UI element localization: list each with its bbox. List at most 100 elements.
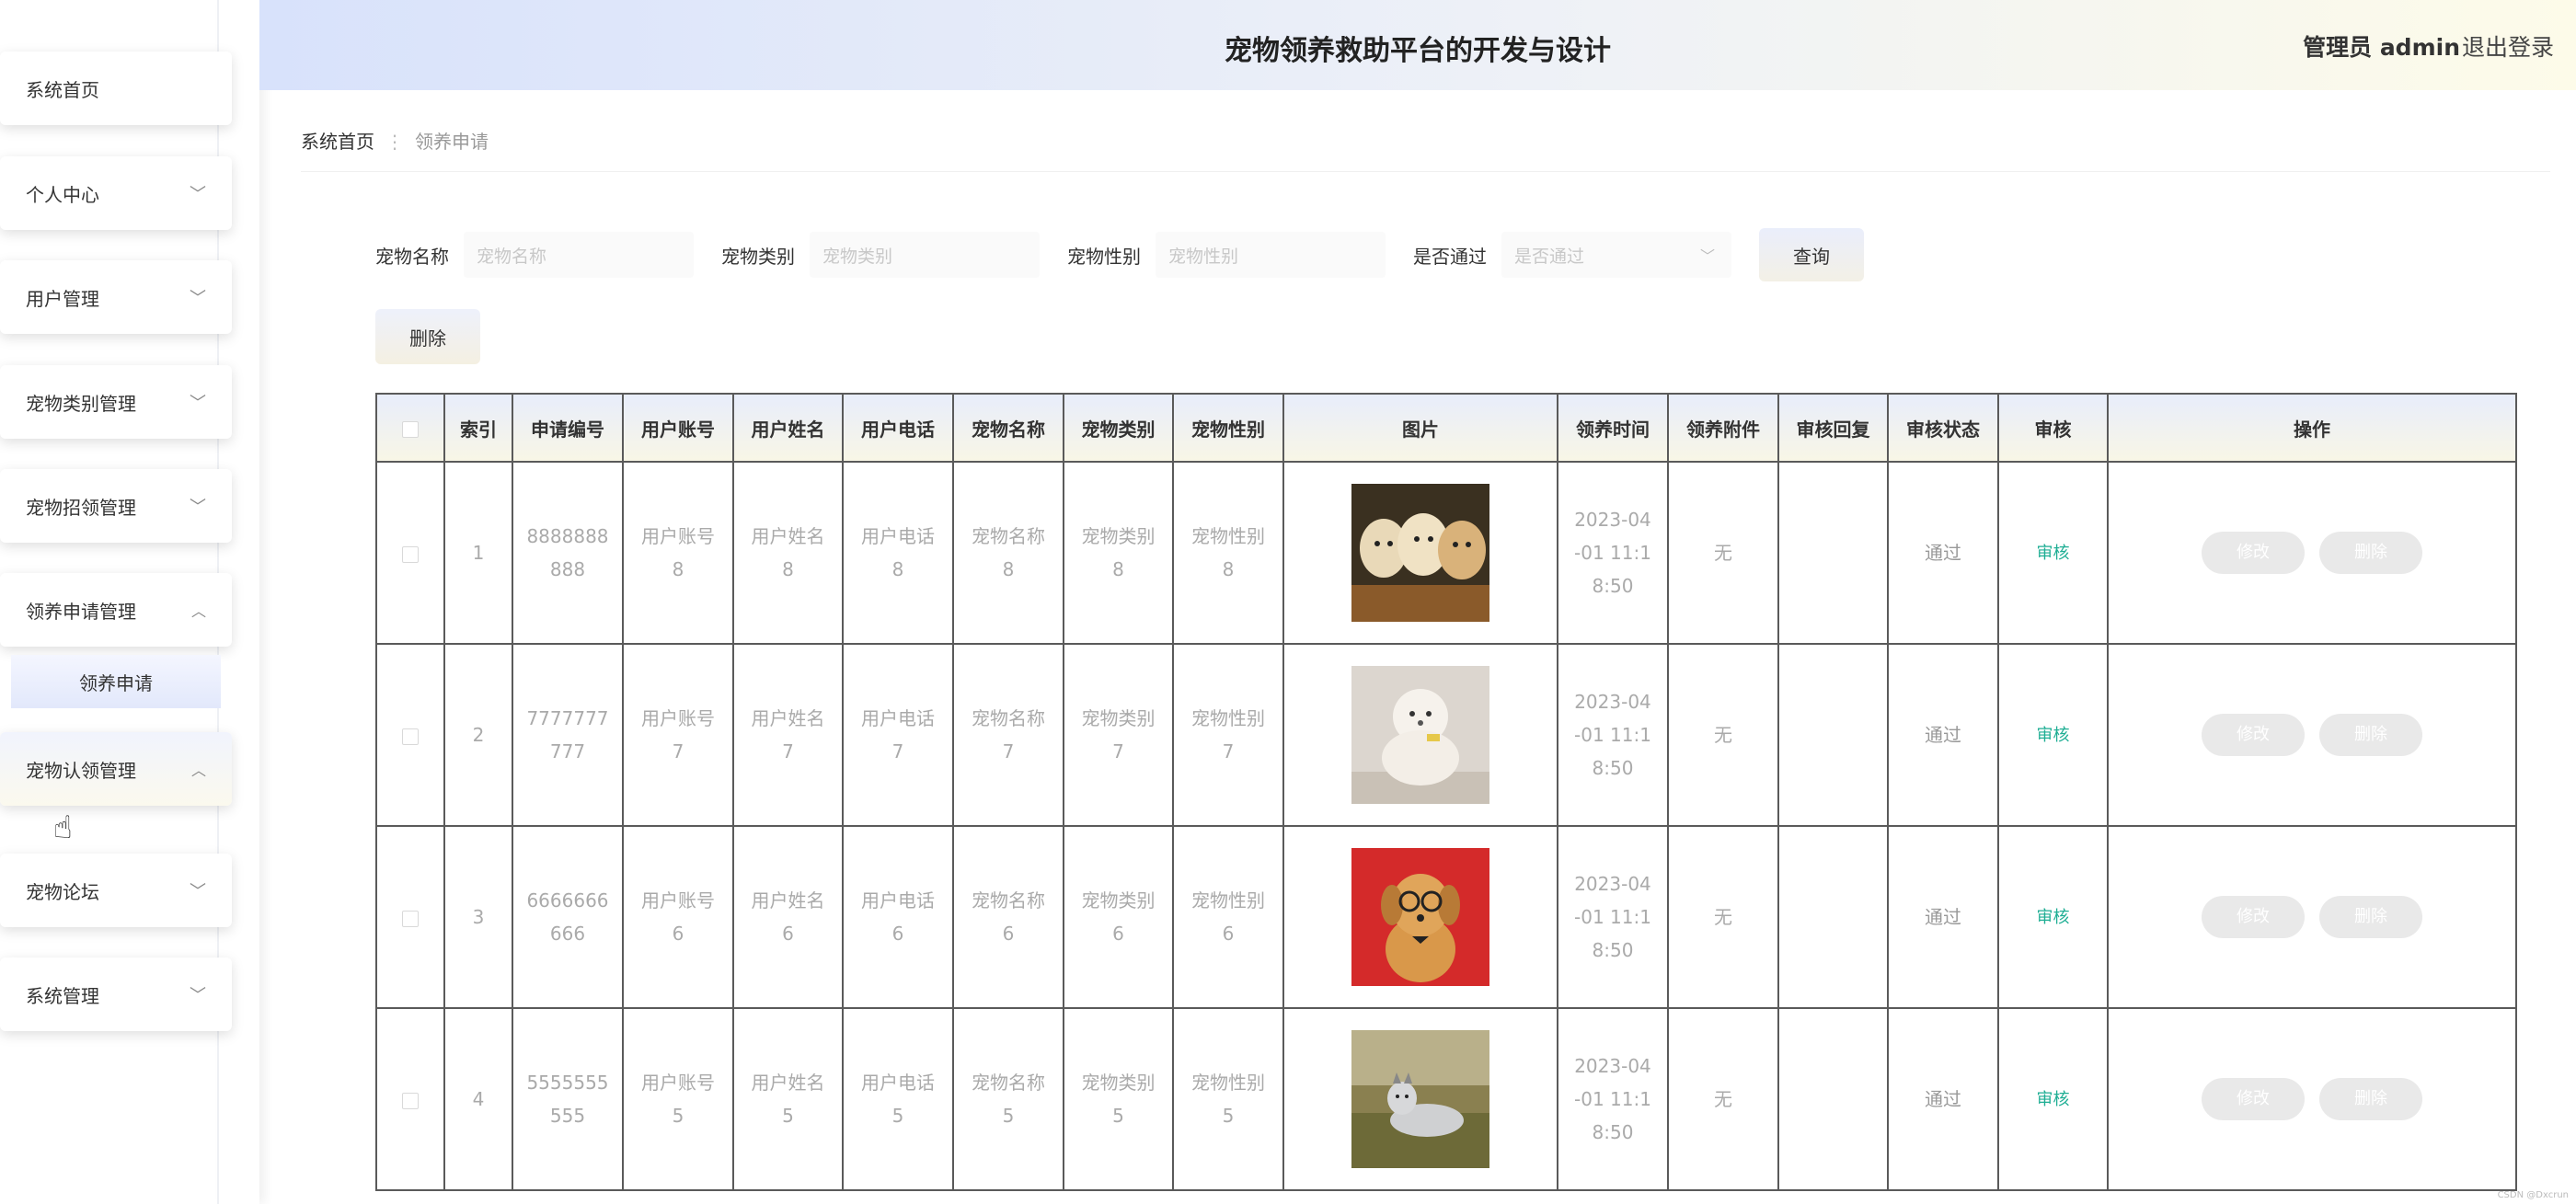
search-bar: 宠物名称 宠物名称 宠物类别 宠物类别 宠物性别 宠物性别 是否通过 是否通过 ﹀… xyxy=(375,228,1864,281)
audit-link[interactable]: 审核 xyxy=(2037,726,2070,745)
cell-user-phone: 用户电话7 xyxy=(842,643,954,827)
cell-pet-type: 宠物类别6 xyxy=(1063,825,1174,1009)
audit-link[interactable]: 审核 xyxy=(2037,1090,2070,1109)
sidebar-item-label: 宠物论坛 xyxy=(26,880,99,903)
column-header: 宠物性别 xyxy=(1172,393,1284,463)
watermark: CSDN @Dxcrun xyxy=(2497,1190,2569,1200)
row-select-cell[interactable] xyxy=(375,1007,445,1191)
row-select-cell[interactable] xyxy=(375,825,445,1009)
field-label: 是否通过 xyxy=(1413,245,1487,268)
cell-user-name: 用户姓名6 xyxy=(732,825,844,1009)
row-checkbox[interactable] xyxy=(402,728,419,745)
cell-pet-type: 宠物类别7 xyxy=(1063,643,1174,827)
cell-user-account: 用户账号5 xyxy=(622,1007,734,1191)
status-badge: 通过 xyxy=(1925,542,1961,564)
approved-select[interactable]: 是否通过 ﹀ xyxy=(1501,232,1731,278)
audit-link[interactable]: 审核 xyxy=(2037,544,2070,563)
chevron-down-icon: ﹀ xyxy=(190,882,206,901)
header-select-all[interactable] xyxy=(375,393,445,463)
cell-user-account: 用户账号7 xyxy=(622,643,734,827)
cell-actions: 修改 删除 xyxy=(2107,825,2517,1009)
delete-button[interactable]: 删除 xyxy=(2319,532,2422,574)
batch-delete-button[interactable]: 删除 xyxy=(375,309,480,364)
sidebar-item-label: 用户管理 xyxy=(26,287,99,310)
row-checkbox[interactable] xyxy=(402,1092,419,1109)
cell-pet-type: 宠物类别8 xyxy=(1063,461,1174,645)
column-header: 申请编号 xyxy=(512,393,624,463)
column-header: 用户姓名 xyxy=(732,393,844,463)
logout-button[interactable]: 退出登录 xyxy=(2462,29,2554,63)
cell-image xyxy=(1282,461,1558,645)
sidebar-item-system-management[interactable]: 系统管理 ﹀ xyxy=(0,957,232,1031)
sidebar-item-pet-claim[interactable]: 宠物认领管理 ︿ xyxy=(0,732,232,806)
cell-actions: 修改 删除 xyxy=(2107,1007,2517,1191)
chevron-up-icon: ︿ xyxy=(190,602,206,620)
sidebar-subitem-adoption-application[interactable]: 领养申请 xyxy=(11,655,221,708)
row-checkbox[interactable] xyxy=(402,910,419,927)
cell-review-status: 通过 xyxy=(1887,643,1999,827)
pet-photo[interactable] xyxy=(1351,484,1489,622)
pet-photo[interactable] xyxy=(1351,848,1489,986)
chevron-down-icon: ﹀ xyxy=(1699,247,1715,265)
edit-button[interactable]: 修改 xyxy=(2202,1078,2305,1120)
cell-application-no: 5555555555 xyxy=(512,1007,624,1191)
breadcrumb-divider xyxy=(301,171,2550,172)
pet-photo[interactable] xyxy=(1351,1030,1489,1168)
audit-link[interactable]: 审核 xyxy=(2037,908,2070,927)
cell-adoption-time: 2023-04-01 11:18:50 xyxy=(1557,461,1669,645)
delete-button[interactable]: 删除 xyxy=(2319,714,2422,756)
sidebar-item-label: 宠物认领管理 xyxy=(26,759,136,782)
cell-user-phone: 用户电话5 xyxy=(842,1007,954,1191)
status-badge: 通过 xyxy=(1925,906,1961,928)
chevron-down-icon: ﹀ xyxy=(190,498,206,517)
column-header: 索引 xyxy=(443,393,513,463)
row-select-cell[interactable] xyxy=(375,643,445,827)
field-label: 宠物性别 xyxy=(1067,245,1141,268)
column-header: 领养时间 xyxy=(1557,393,1669,463)
row-select-cell[interactable] xyxy=(375,461,445,645)
breadcrumb-home[interactable]: 系统首页 xyxy=(301,131,374,153)
sidebar-item-home[interactable]: 系统首页 xyxy=(0,52,232,125)
application-table: 索引 申请编号 用户账号 用户姓名 用户电话 宠物名称 宠物类别 宠物性别 图片… xyxy=(375,393,2517,1191)
table-header-row: 索引 申请编号 用户账号 用户姓名 用户电话 宠物名称 宠物类别 宠物性别 图片… xyxy=(375,393,2517,463)
cell-audit: 审核 xyxy=(1997,461,2109,645)
delete-button[interactable]: 删除 xyxy=(2319,1078,2422,1120)
delete-button[interactable]: 删除 xyxy=(2319,896,2422,938)
cell-user-name: 用户姓名7 xyxy=(732,643,844,827)
cell-user-name: 用户姓名8 xyxy=(732,461,844,645)
sidebar-item-pet-category[interactable]: 宠物类别管理 ﹀ xyxy=(0,365,232,439)
sidebar-item-pet-forum[interactable]: 宠物论坛 ﹀ xyxy=(0,854,232,927)
chevron-up-icon: ︿ xyxy=(190,762,206,779)
edit-button[interactable]: 修改 xyxy=(2202,532,2305,574)
cell-pet-gender: 宠物性别6 xyxy=(1172,825,1284,1009)
pet-type-input[interactable]: 宠物类别 xyxy=(810,232,1040,278)
cell-index: 3 xyxy=(443,825,513,1009)
query-button[interactable]: 查询 xyxy=(1759,228,1864,281)
select-all-checkbox[interactable] xyxy=(402,420,419,438)
sidebar-item-adoption-application[interactable]: 领养申请管理 ︿ xyxy=(0,573,232,647)
search-field-approved: 是否通过 是否通过 ﹀ xyxy=(1413,232,1731,278)
edit-button[interactable]: 修改 xyxy=(2202,896,2305,938)
pet-name-input[interactable]: 宠物名称 xyxy=(464,232,694,278)
sidebar-item-pet-lost-found[interactable]: 宠物招领管理 ﹀ xyxy=(0,469,232,543)
pet-photo[interactable] xyxy=(1351,666,1489,804)
row-checkbox[interactable] xyxy=(402,545,419,563)
cell-attachment: 无 xyxy=(1667,825,1779,1009)
column-header: 宠物类别 xyxy=(1063,393,1174,463)
sidebar-item-label: 系统首页 xyxy=(26,78,99,101)
table-body: 1 8888888888 用户账号8 用户姓名8 用户电话8 宠物名称8 宠物类别8 宠物性别… xyxy=(375,461,2517,1191)
select-placeholder: 是否通过 xyxy=(1514,246,1585,267)
sidebar-item-personal-center[interactable]: 个人中心 ﹀ xyxy=(0,156,232,230)
cell-application-no: 6666666666 xyxy=(512,825,624,1009)
edit-button[interactable]: 修改 xyxy=(2202,714,2305,756)
cell-user-account: 用户账号8 xyxy=(622,461,734,645)
breadcrumb-current: 领养申请 xyxy=(415,131,489,153)
column-header: 用户账号 xyxy=(622,393,734,463)
column-header: 图片 xyxy=(1282,393,1558,463)
cell-user-phone: 用户电话8 xyxy=(842,461,954,645)
sidebar-item-user-management[interactable]: 用户管理 ﹀ xyxy=(0,260,232,334)
input-placeholder: 宠物性别 xyxy=(1168,246,1239,267)
pet-gender-input[interactable]: 宠物性别 xyxy=(1156,232,1386,278)
cell-review-reply xyxy=(1777,461,1889,645)
cell-review-status: 通过 xyxy=(1887,825,1999,1009)
